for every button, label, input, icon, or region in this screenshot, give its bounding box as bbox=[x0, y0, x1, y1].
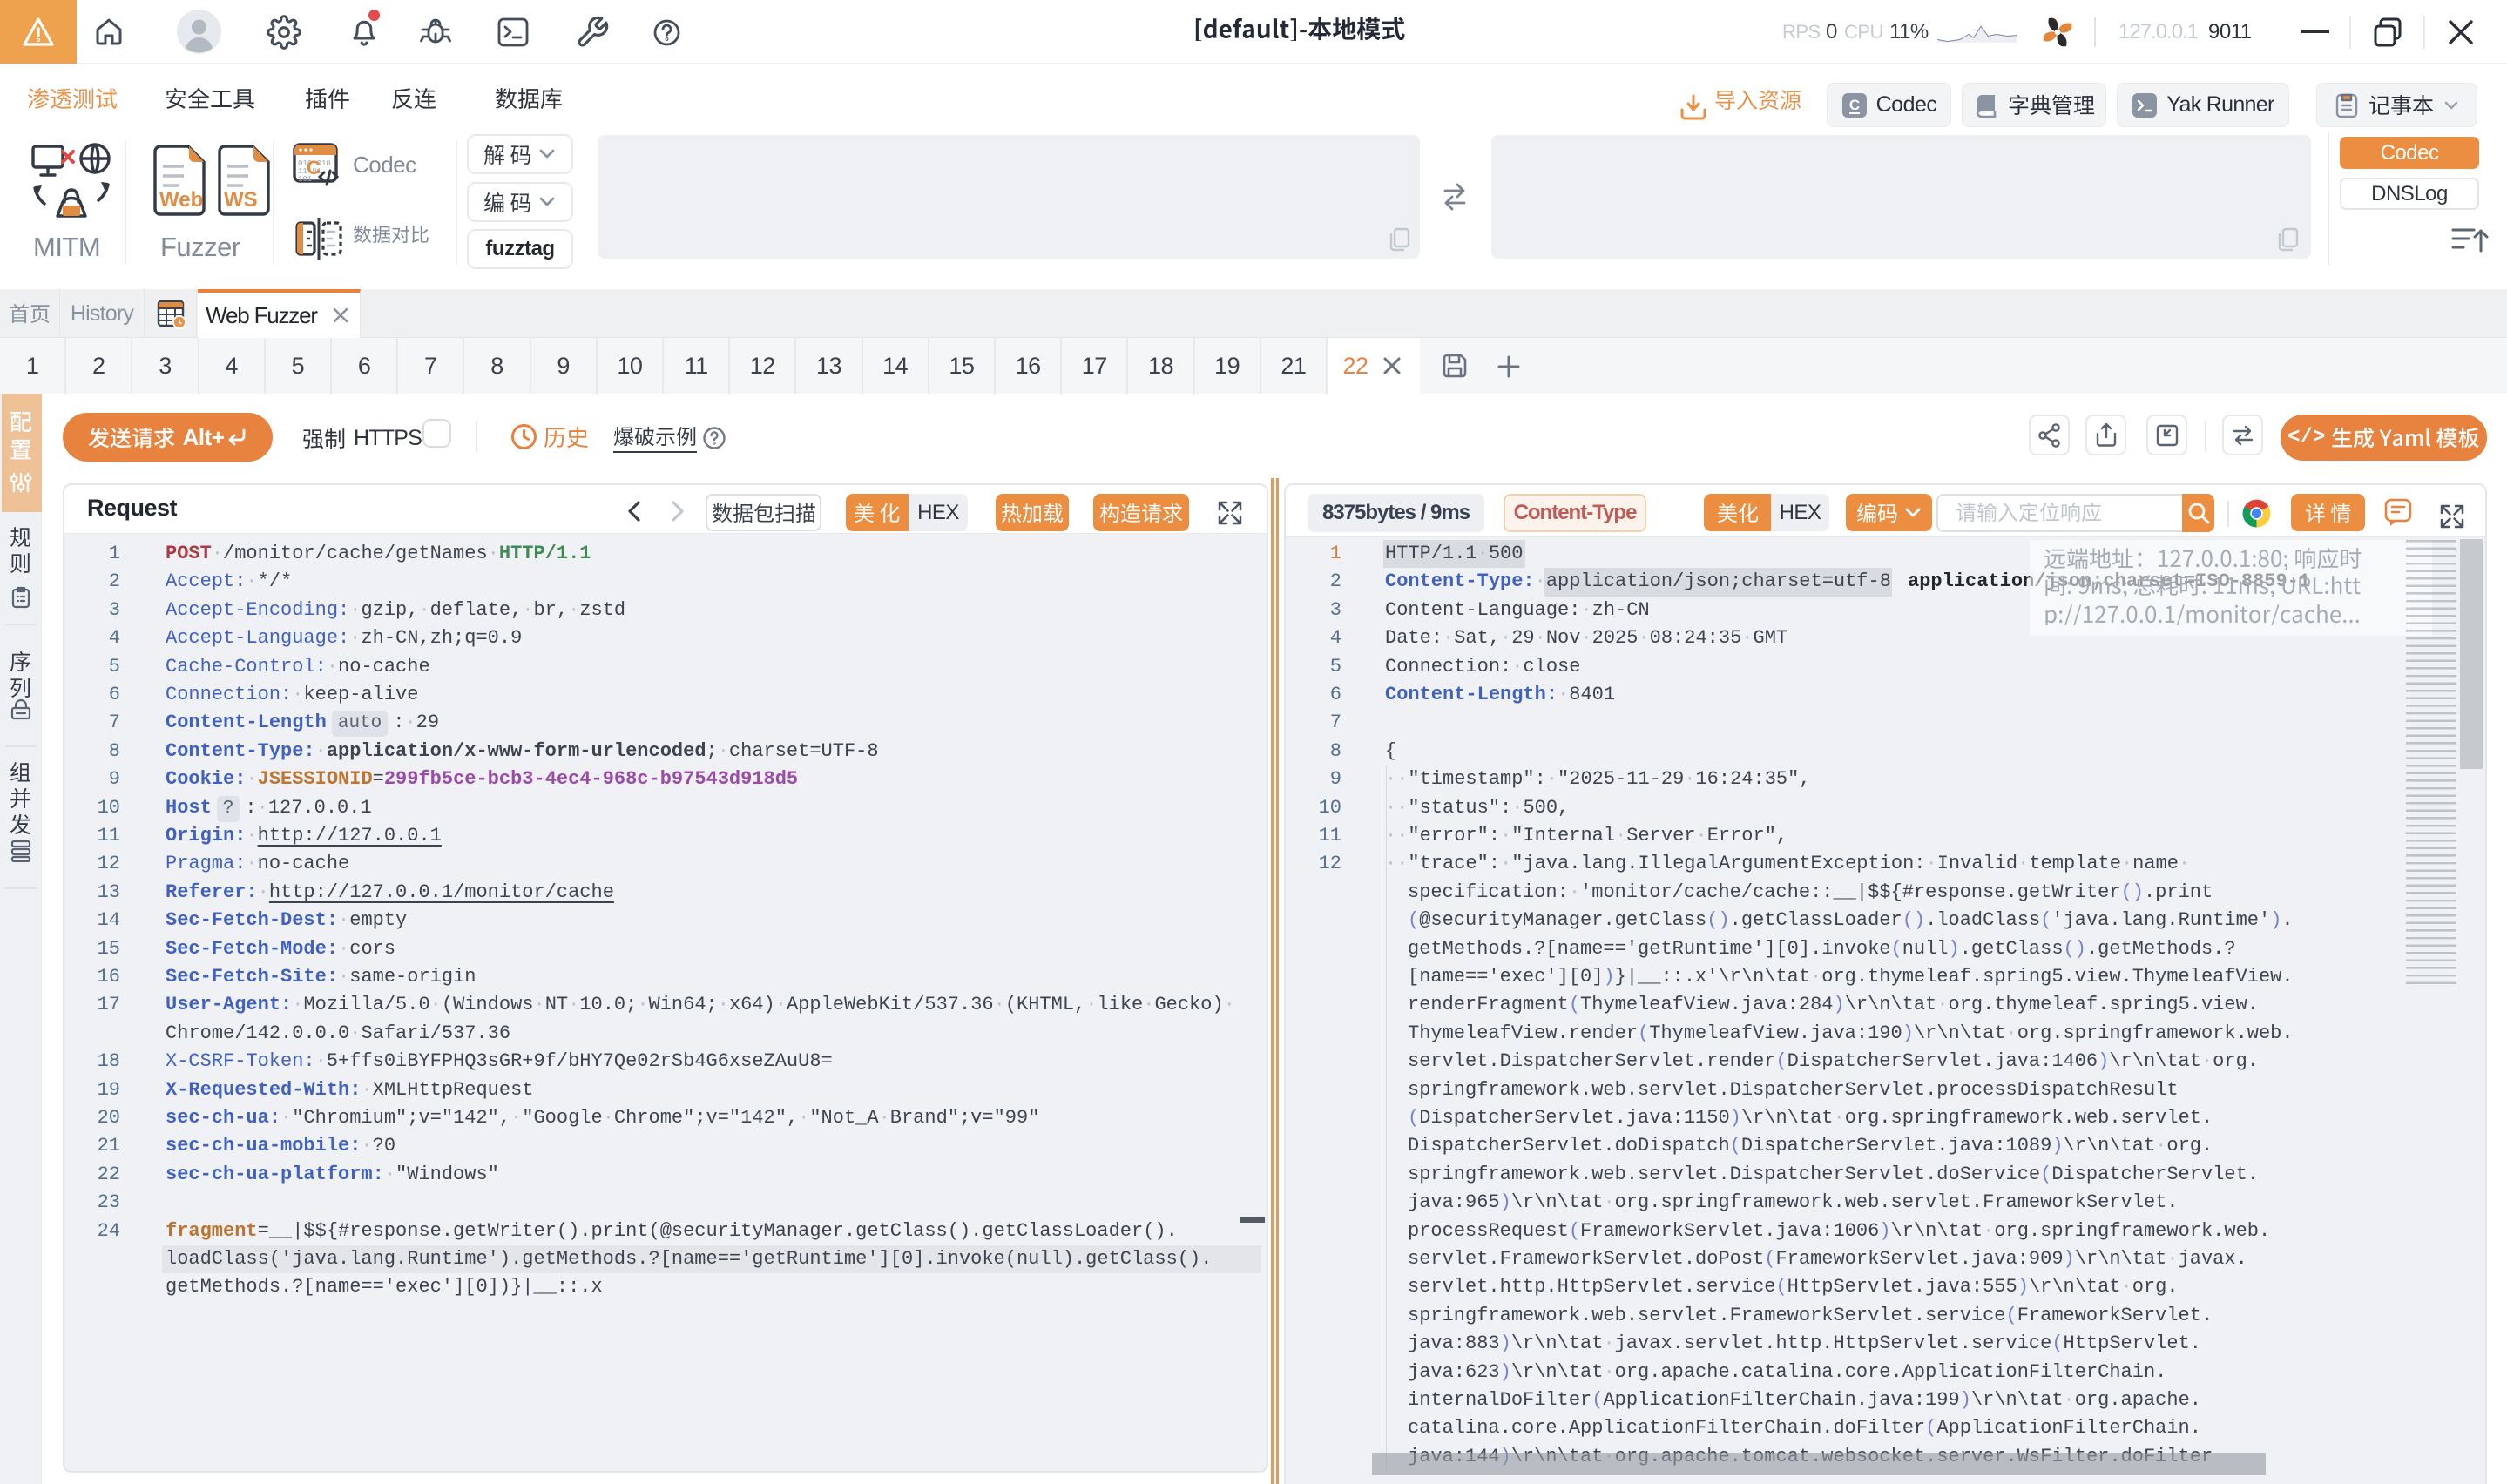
svg-text:WS: WS bbox=[224, 188, 258, 212]
svg-text:C: C bbox=[1848, 97, 1859, 113]
svg-text:C: C bbox=[307, 157, 321, 179]
svg-text:Web: Web bbox=[159, 188, 203, 212]
